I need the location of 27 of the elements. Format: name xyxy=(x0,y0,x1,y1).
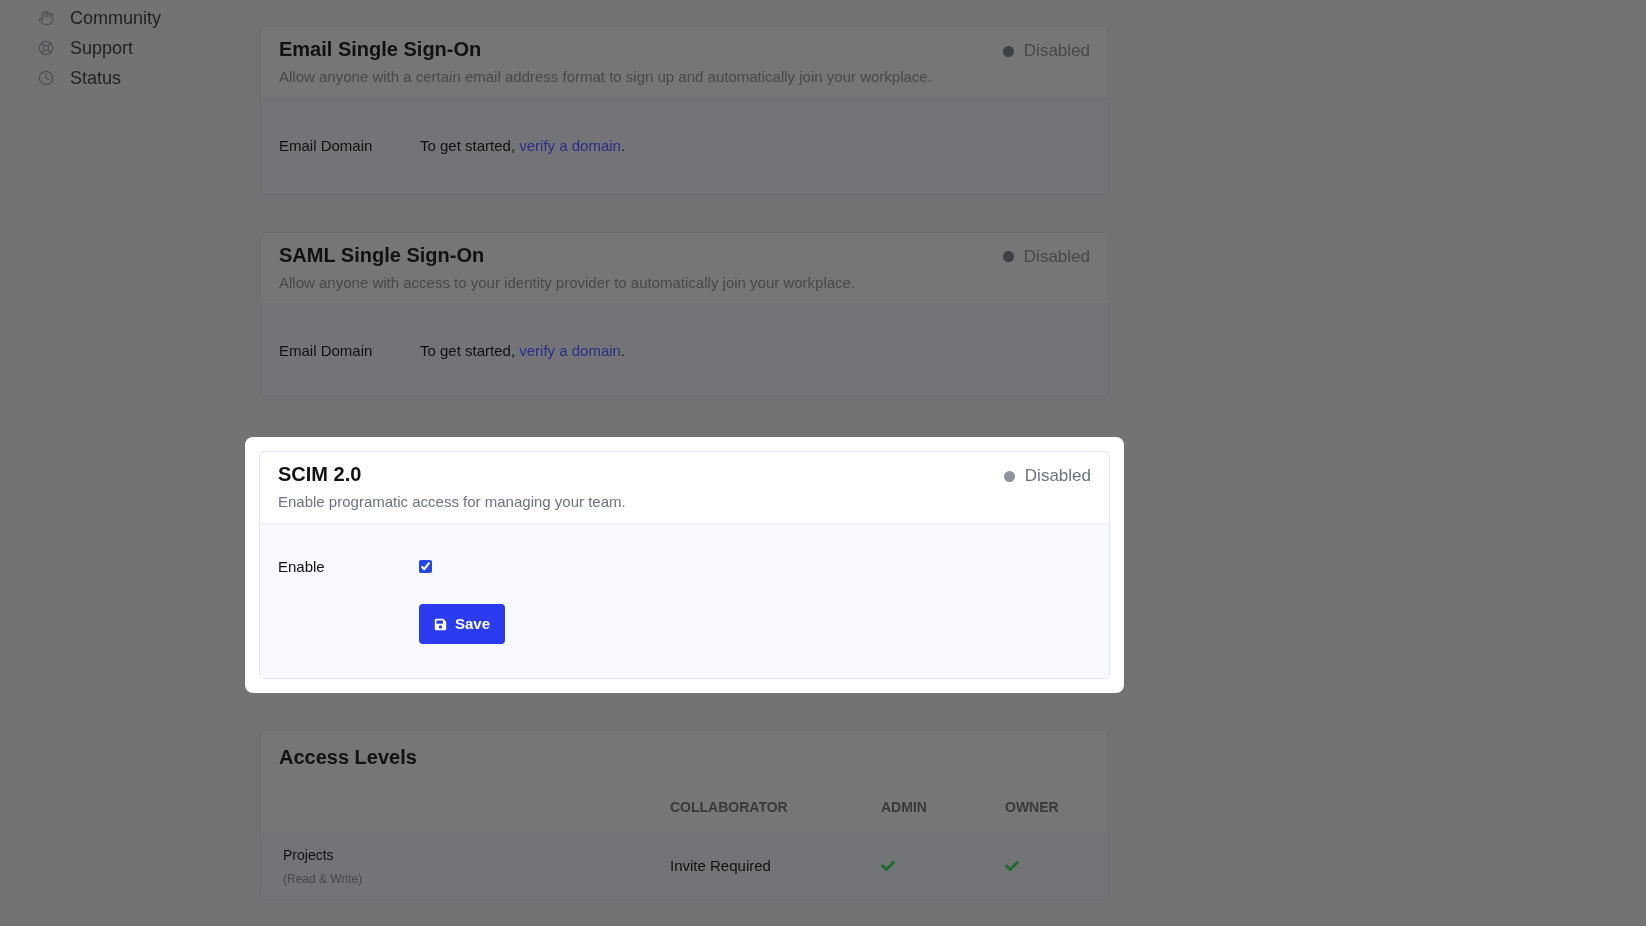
domain-hint: To get started, verify a domain. xyxy=(420,341,626,362)
column-header: OWNER xyxy=(1005,799,1059,815)
section-title: Access Levels xyxy=(279,746,417,768)
field-label: Enable xyxy=(278,556,326,577)
section-title: SCIM 2.0 xyxy=(278,462,363,486)
save-button[interactable]: Save xyxy=(419,604,505,644)
status-label: Disabled xyxy=(1024,465,1091,488)
sidebar-item[interactable]: Status xyxy=(38,66,260,90)
verify-domain-link[interactable]: verify a domain xyxy=(519,342,621,360)
sidebar-item[interactable]: Support xyxy=(38,36,260,60)
field-label: Email Domain xyxy=(279,135,374,156)
enable-checkbox[interactable] xyxy=(419,560,432,574)
field-label: Email Domain xyxy=(279,341,374,362)
table-cell: Invite Required xyxy=(670,856,771,874)
hand-icon xyxy=(38,10,54,26)
verify-domain-link[interactable]: verify a domain xyxy=(519,136,621,154)
lifebuoy-icon xyxy=(38,40,54,56)
column-header: COLLABORATOR xyxy=(670,799,788,815)
section-title: Email Single Sign-On xyxy=(279,37,483,61)
clock-icon xyxy=(38,70,54,86)
permission-name: Projects xyxy=(283,845,335,865)
section-title: SAML Single Sign-On xyxy=(279,242,486,267)
domain-hint: To get started, verify a domain. xyxy=(420,135,626,156)
sidebar-item[interactable]: Community xyxy=(38,6,260,30)
save-icon xyxy=(433,617,447,631)
column-header: ADMIN xyxy=(881,799,927,815)
section-description: Enable programatic access for managing your team. xyxy=(278,492,626,512)
